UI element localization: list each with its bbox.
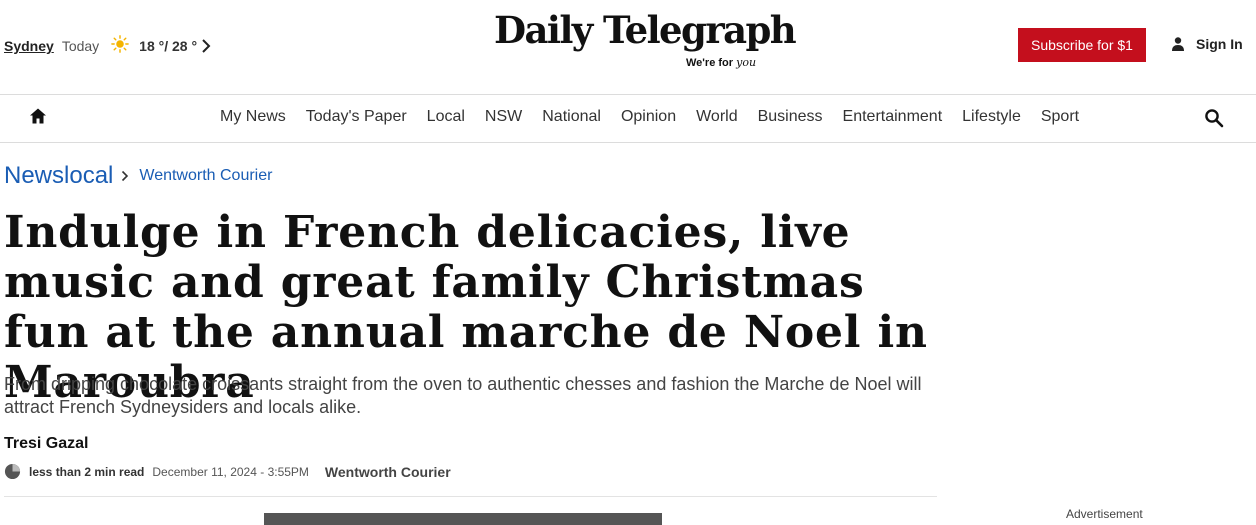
site-header: Sydney Today 18 °/ 28 ° Daily Telegraph … (0, 0, 1256, 95)
logo-tagline-suffix: you (736, 56, 757, 69)
advertisement-label: Advertisement (1066, 507, 1143, 521)
chevron-right-icon[interactable] (201, 39, 211, 53)
nav-item-national[interactable]: National (542, 108, 601, 126)
nav-item-entertainment[interactable]: Entertainment (843, 108, 943, 126)
logo-tagline: We're for you (686, 56, 756, 69)
chevron-right-icon (122, 170, 129, 182)
person-icon (1172, 37, 1184, 51)
publication-name[interactable]: Wentworth Courier (325, 464, 451, 480)
weather-city[interactable]: Sydney (4, 38, 54, 54)
nav-item-local[interactable]: Local (427, 108, 465, 126)
nav-item-business[interactable]: Business (758, 108, 823, 126)
breadcrumb-subsection[interactable]: Wentworth Courier (139, 167, 272, 185)
nav-item-world[interactable]: World (696, 108, 738, 126)
sun-icon (111, 35, 129, 53)
home-icon[interactable] (29, 107, 47, 125)
breadcrumb: Newslocal Wentworth Courier (4, 162, 272, 190)
logo-tagline-prefix: We're for (686, 57, 734, 69)
article-meta: less than 2 min read December 11, 2024 -… (4, 463, 451, 480)
weather-temp: 18 °/ 28 ° (139, 38, 198, 54)
main-nav: My News Today's Paper Local NSW National… (0, 95, 1256, 143)
nav-menu: My News Today's Paper Local NSW National… (210, 108, 1089, 126)
article-standfirst: From dripping chocolate croissants strai… (4, 374, 922, 417)
sign-in-label: Sign In (1196, 36, 1243, 52)
breadcrumb-section[interactable]: Newslocal (4, 162, 113, 190)
nav-item-sport[interactable]: Sport (1041, 108, 1079, 126)
site-logo[interactable]: Daily Telegraph We're for you (494, 8, 797, 78)
article-media[interactable] (264, 513, 662, 525)
search-icon[interactable] (1204, 108, 1224, 128)
publish-date: December 11, 2024 - 3:55PM (152, 464, 309, 479)
clock-icon (4, 463, 21, 480)
nav-item-todays-paper[interactable]: Today's Paper (306, 108, 407, 126)
sign-in-link[interactable]: Sign In (1170, 36, 1243, 52)
nav-item-nsw[interactable]: NSW (485, 108, 522, 126)
article-author[interactable]: Tresi Gazal (4, 435, 89, 453)
nav-item-lifestyle[interactable]: Lifestyle (962, 108, 1021, 126)
weather-widget[interactable]: Sydney Today 18 °/ 28 ° (4, 35, 211, 55)
subscribe-button[interactable]: Subscribe for $1 (1018, 28, 1146, 62)
nav-item-opinion[interactable]: Opinion (621, 108, 676, 126)
logo-wordmark: Daily Telegraph (494, 8, 797, 52)
divider (4, 496, 937, 497)
weather-day: Today (61, 38, 100, 54)
read-time: less than 2 min read (29, 464, 145, 479)
nav-item-my-news[interactable]: My News (220, 108, 286, 126)
